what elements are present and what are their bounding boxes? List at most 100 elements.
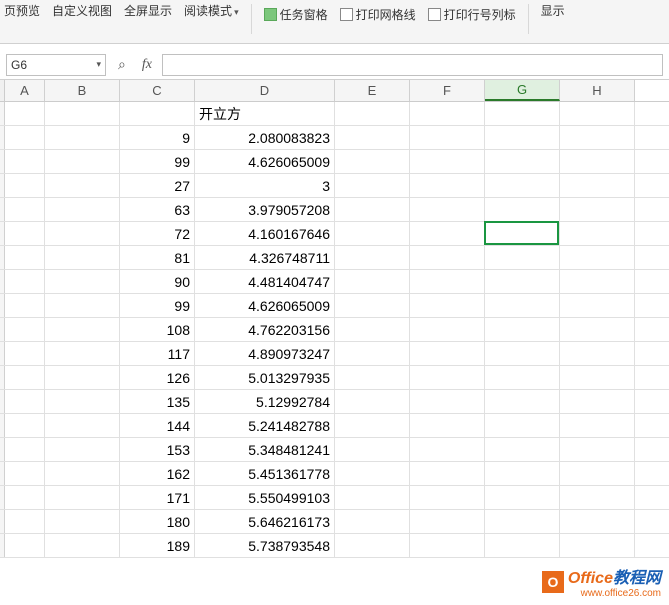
formula-input[interactable] bbox=[162, 54, 663, 76]
cell[interactable] bbox=[410, 534, 485, 557]
cell[interactable] bbox=[410, 246, 485, 269]
cell[interactable] bbox=[410, 126, 485, 149]
cell[interactable] bbox=[5, 246, 45, 269]
cell[interactable] bbox=[45, 270, 120, 293]
cell[interactable] bbox=[560, 366, 635, 389]
cell[interactable] bbox=[5, 198, 45, 221]
cell[interactable] bbox=[5, 174, 45, 197]
cell[interactable]: 5.013297935 bbox=[195, 366, 335, 389]
cell[interactable] bbox=[485, 342, 560, 365]
cell[interactable] bbox=[5, 126, 45, 149]
cell[interactable] bbox=[5, 270, 45, 293]
col-header-A[interactable]: A bbox=[5, 80, 45, 101]
cell[interactable] bbox=[45, 246, 120, 269]
cell[interactable] bbox=[45, 534, 120, 557]
cell[interactable]: 99 bbox=[120, 150, 195, 173]
col-header-H[interactable]: H bbox=[560, 80, 635, 101]
cell[interactable]: 81 bbox=[120, 246, 195, 269]
cell[interactable]: 153 bbox=[120, 438, 195, 461]
cell[interactable] bbox=[45, 126, 120, 149]
cell[interactable] bbox=[335, 414, 410, 437]
cell[interactable] bbox=[560, 534, 635, 557]
cell[interactable] bbox=[560, 198, 635, 221]
cell[interactable] bbox=[560, 342, 635, 365]
cell[interactable] bbox=[560, 390, 635, 413]
page-preview-button[interactable]: 页预览 bbox=[0, 4, 44, 34]
print-headings-checkbox[interactable]: 打印行号列标 bbox=[424, 4, 520, 24]
cell[interactable] bbox=[485, 198, 560, 221]
cell[interactable]: 108 bbox=[120, 318, 195, 341]
col-header-G[interactable]: G bbox=[485, 80, 560, 101]
cell[interactable] bbox=[410, 510, 485, 533]
cell[interactable] bbox=[485, 222, 560, 245]
cell[interactable] bbox=[45, 150, 120, 173]
cell[interactable] bbox=[45, 222, 120, 245]
cell[interactable] bbox=[45, 414, 120, 437]
cell[interactable] bbox=[410, 462, 485, 485]
cell[interactable] bbox=[335, 198, 410, 221]
cell[interactable] bbox=[5, 102, 45, 125]
cell[interactable] bbox=[560, 486, 635, 509]
cell[interactable] bbox=[5, 366, 45, 389]
print-gridlines-checkbox[interactable]: 打印网格线 bbox=[336, 4, 420, 24]
cell[interactable] bbox=[335, 174, 410, 197]
cell[interactable] bbox=[560, 174, 635, 197]
cell[interactable] bbox=[120, 102, 195, 125]
cell[interactable]: 126 bbox=[120, 366, 195, 389]
cell[interactable] bbox=[560, 270, 635, 293]
cell[interactable] bbox=[560, 102, 635, 125]
fullscreen-button[interactable]: 全屏显示 bbox=[120, 4, 176, 34]
col-header-B[interactable]: B bbox=[45, 80, 120, 101]
cell[interactable] bbox=[335, 510, 410, 533]
cell[interactable]: 4.890973247 bbox=[195, 342, 335, 365]
cell[interactable] bbox=[410, 222, 485, 245]
cell[interactable]: 2.080083823 bbox=[195, 126, 335, 149]
cell[interactable] bbox=[45, 174, 120, 197]
cell[interactable] bbox=[485, 534, 560, 557]
cell[interactable] bbox=[5, 390, 45, 413]
cell[interactable] bbox=[485, 294, 560, 317]
cell[interactable] bbox=[5, 222, 45, 245]
cell[interactable] bbox=[410, 102, 485, 125]
cell[interactable] bbox=[410, 294, 485, 317]
cell[interactable] bbox=[485, 102, 560, 125]
cell[interactable] bbox=[5, 414, 45, 437]
cell[interactable] bbox=[485, 414, 560, 437]
cell[interactable] bbox=[5, 342, 45, 365]
cell[interactable]: 5.348481241 bbox=[195, 438, 335, 461]
cell[interactable] bbox=[335, 126, 410, 149]
cell[interactable]: 5.738793548 bbox=[195, 534, 335, 557]
col-header-F[interactable]: F bbox=[410, 80, 485, 101]
col-header-C[interactable]: C bbox=[120, 80, 195, 101]
cell[interactable] bbox=[335, 246, 410, 269]
cell[interactable] bbox=[485, 150, 560, 173]
cell[interactable] bbox=[335, 270, 410, 293]
cell[interactable] bbox=[560, 222, 635, 245]
cell[interactable] bbox=[560, 246, 635, 269]
cell[interactable] bbox=[410, 342, 485, 365]
cell[interactable] bbox=[335, 150, 410, 173]
show-button[interactable]: 显示 bbox=[537, 4, 569, 34]
cell[interactable]: 4.626065009 bbox=[195, 150, 335, 173]
cell[interactable] bbox=[410, 486, 485, 509]
cell[interactable] bbox=[410, 198, 485, 221]
cell[interactable] bbox=[45, 342, 120, 365]
cell[interactable] bbox=[560, 318, 635, 341]
name-box[interactable]: G6 ▾ bbox=[6, 54, 106, 76]
cell[interactable] bbox=[485, 510, 560, 533]
cell[interactable] bbox=[560, 462, 635, 485]
task-pane-checkbox[interactable]: 任务窗格 bbox=[260, 4, 332, 24]
cell[interactable] bbox=[410, 150, 485, 173]
cell[interactable] bbox=[485, 126, 560, 149]
cell[interactable] bbox=[5, 318, 45, 341]
cell[interactable] bbox=[45, 366, 120, 389]
cell[interactable] bbox=[485, 318, 560, 341]
cell[interactable]: 4.160167646 bbox=[195, 222, 335, 245]
cell[interactable] bbox=[410, 390, 485, 413]
cell[interactable]: 5.12992784 bbox=[195, 390, 335, 413]
cell[interactable] bbox=[5, 534, 45, 557]
cell[interactable] bbox=[410, 270, 485, 293]
cell[interactable]: 117 bbox=[120, 342, 195, 365]
cell[interactable] bbox=[45, 102, 120, 125]
cell[interactable] bbox=[410, 438, 485, 461]
